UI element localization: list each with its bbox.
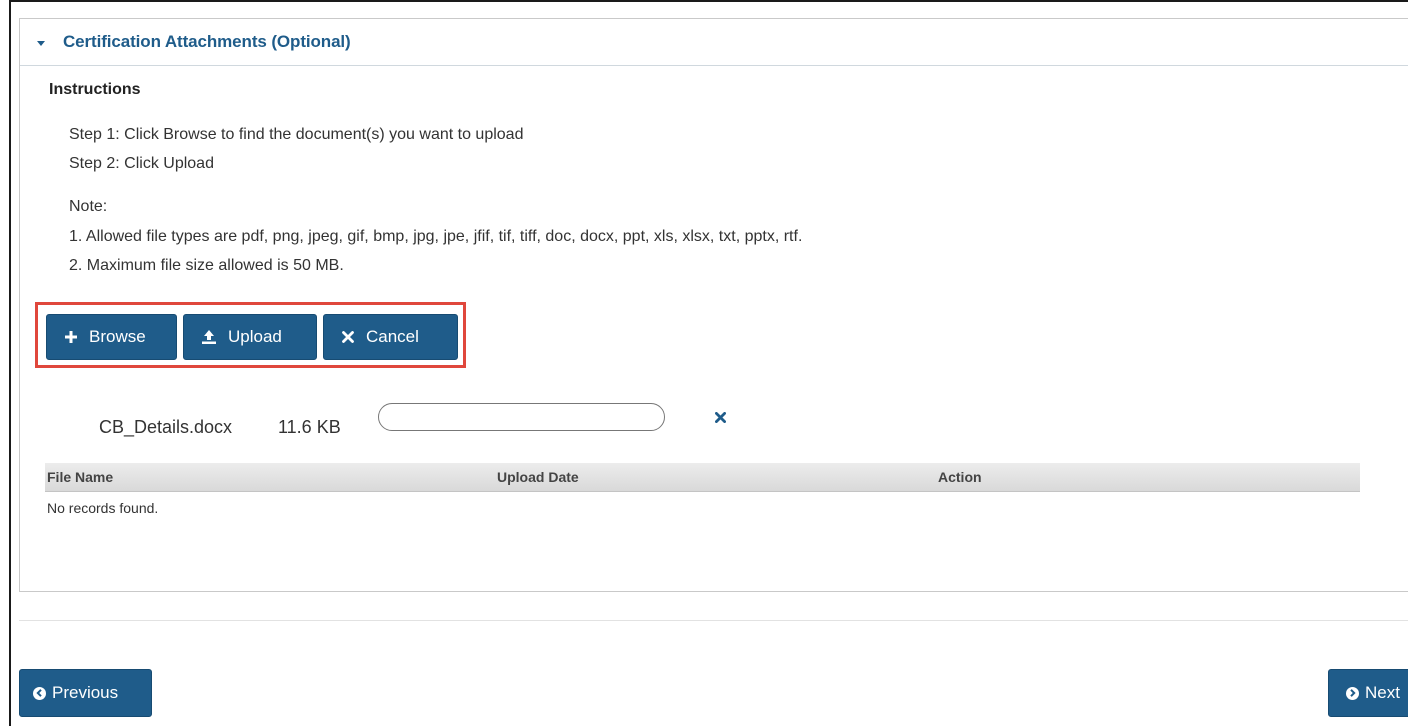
previous-button-label: Previous xyxy=(52,683,119,702)
instructions-heading: Instructions xyxy=(49,81,141,98)
caret-down-icon[interactable] xyxy=(37,40,45,46)
panel-title[interactable]: Certification Attachments (Optional) xyxy=(63,32,351,52)
panel-header[interactable]: Certification Attachments (Optional) xyxy=(20,19,1408,66)
column-header-file-name[interactable]: File Name xyxy=(47,469,113,485)
upload-button-label: Upload xyxy=(228,327,282,346)
remove-file-icon[interactable] xyxy=(715,410,726,426)
note-item-2: 2. Maximum file size allowed is 50 MB. xyxy=(69,257,344,274)
circle-chevron-left-icon xyxy=(33,686,46,700)
upload-progress-bar xyxy=(378,403,665,431)
pending-file-size: 11.6 KB xyxy=(278,417,341,437)
browse-button-label: Browse xyxy=(89,327,146,346)
note-item-1: 1. Allowed file types are pdf, png, jpeg… xyxy=(69,228,803,245)
upload-button[interactable]: Upload xyxy=(183,314,317,360)
section-divider xyxy=(19,620,1408,621)
instruction-step-1: Step 1: Click Browse to find the documen… xyxy=(69,126,524,143)
previous-button[interactable]: Previous xyxy=(19,669,152,717)
plus-icon xyxy=(65,331,77,343)
next-button[interactable]: Next xyxy=(1328,669,1408,717)
note-label: Note: xyxy=(69,198,108,215)
pending-file-name: CB_Details.docx xyxy=(99,417,233,437)
cancel-button[interactable]: Cancel xyxy=(323,314,458,360)
browse-button[interactable]: Browse xyxy=(46,314,177,360)
circle-chevron-right-icon xyxy=(1346,686,1359,700)
instruction-step-2: Step 2: Click Upload xyxy=(69,155,214,172)
column-header-action[interactable]: Action xyxy=(938,469,982,485)
cancel-button-label: Cancel xyxy=(366,327,419,346)
table-header: File Name Upload Date Action xyxy=(45,463,1360,492)
upload-icon xyxy=(202,330,216,344)
attachments-table: File Name Upload Date Action No records … xyxy=(45,463,1360,516)
next-button-label: Next xyxy=(1365,683,1400,702)
empty-table-message: No records found. xyxy=(47,500,159,516)
times-icon xyxy=(342,331,354,343)
column-header-upload-date[interactable]: Upload Date xyxy=(497,469,579,485)
